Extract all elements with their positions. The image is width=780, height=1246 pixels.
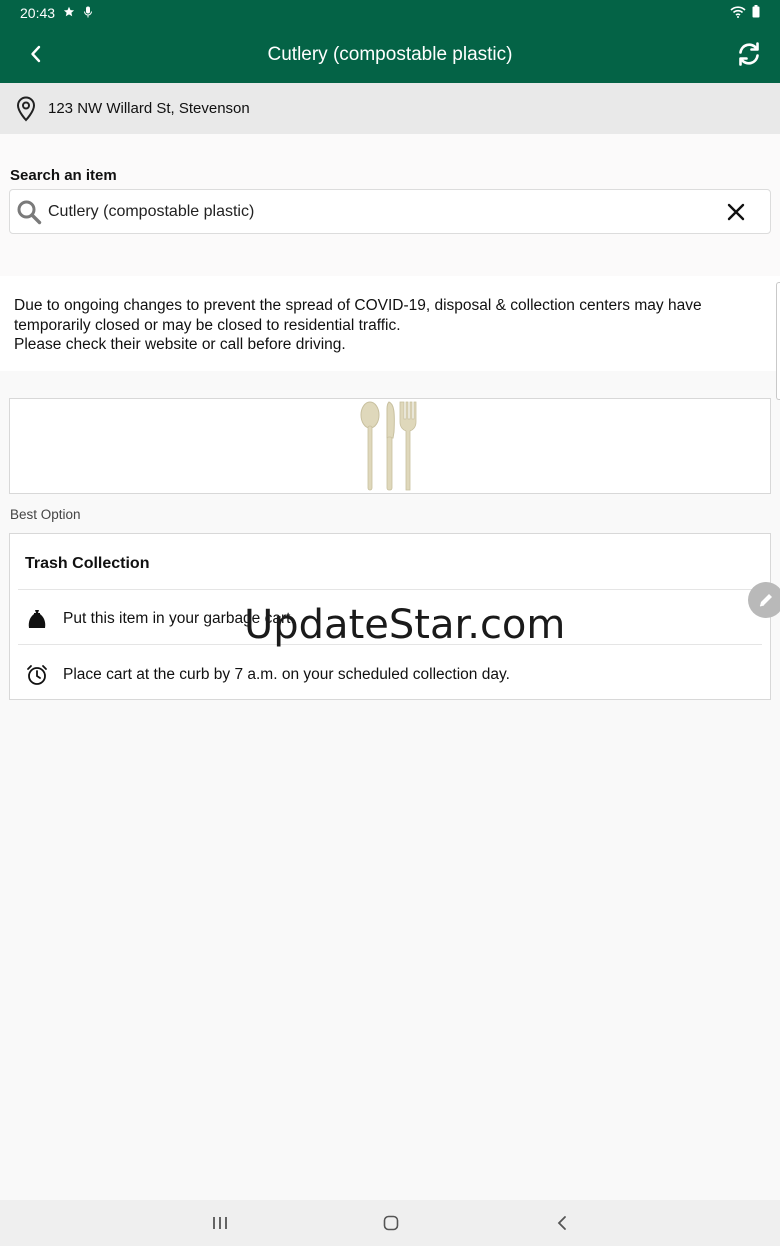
search-label: Search an item — [10, 167, 117, 184]
divider — [18, 589, 762, 590]
back-button[interactable] — [22, 40, 50, 68]
refresh-icon — [739, 42, 759, 66]
side-panel-handle[interactable] — [776, 282, 780, 400]
close-icon — [727, 203, 745, 220]
option-title: Trash Collection — [25, 555, 150, 572]
microphone-icon — [83, 5, 93, 21]
system-nav-bar — [0, 1200, 780, 1246]
watermark-text: UpdateStar.com — [244, 602, 566, 648]
chevron-left-icon — [31, 45, 41, 63]
status-time: 20:43 — [20, 5, 56, 21]
search-box[interactable] — [9, 189, 771, 234]
search-section: Search an item — [0, 134, 780, 276]
step-row: Place cart at the curb by 7 a.m. on your… — [25, 663, 510, 687]
address-text: 123 NW Willard St, Stevenson — [48, 100, 250, 117]
search-icon — [17, 200, 42, 224]
notice-text: Due to ongoing changes to prevent the sp… — [14, 297, 702, 334]
pencil-icon — [759, 594, 772, 607]
star-icon — [63, 5, 75, 21]
clear-search-button[interactable] — [724, 200, 748, 224]
wifi-icon — [730, 5, 746, 21]
garbage-bag-icon — [25, 607, 49, 631]
notice-text-2: Please check their website or call befor… — [14, 336, 346, 353]
home-icon — [383, 1215, 399, 1231]
app-bar: Cutlery (compostable plastic) — [0, 26, 780, 83]
covid-notice: Due to ongoing changes to prevent the sp… — [0, 276, 780, 371]
step-text: Place cart at the curb by 7 a.m. on your… — [63, 666, 510, 683]
back-icon — [557, 1216, 566, 1230]
alarm-clock-icon — [25, 663, 49, 687]
location-bar[interactable]: 123 NW Willard St, Stevenson — [0, 83, 780, 134]
home-button[interactable] — [380, 1212, 402, 1234]
refresh-button[interactable] — [734, 39, 764, 69]
system-back-button[interactable] — [551, 1212, 573, 1234]
recent-apps-button[interactable] — [209, 1212, 231, 1234]
map-pin-icon — [16, 95, 36, 121]
battery-icon — [752, 5, 760, 21]
cutlery-icon — [360, 401, 417, 491]
status-bar: 20:43 — [0, 0, 780, 26]
recent-apps-icon — [213, 1217, 227, 1229]
best-option-label: Best Option — [10, 507, 81, 522]
search-input[interactable] — [48, 202, 724, 221]
item-image-card — [9, 398, 771, 494]
edit-button[interactable] — [748, 582, 780, 618]
page-title: Cutlery (compostable plastic) — [267, 43, 513, 65]
